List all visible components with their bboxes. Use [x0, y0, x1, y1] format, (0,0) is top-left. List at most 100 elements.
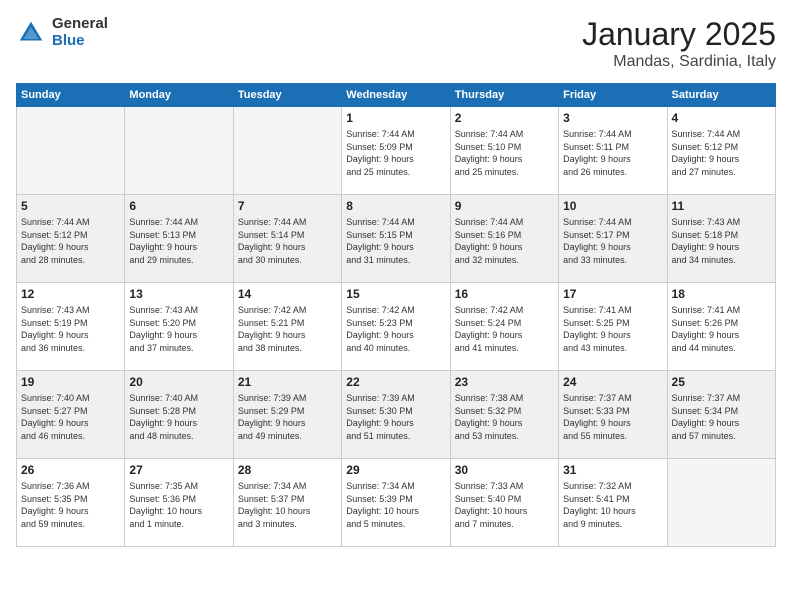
day-number: 3 — [563, 111, 662, 125]
calendar-table: SundayMondayTuesdayWednesdayThursdayFrid… — [16, 83, 776, 547]
day-number: 8 — [346, 199, 445, 213]
calendar-cell: 31 Sunrise: 7:32 AM Sunset: 5:41 PM Dayli… — [559, 459, 667, 547]
calendar-cell-empty — [233, 107, 341, 195]
day-number: 22 — [346, 375, 445, 389]
day-info: Sunrise: 7:33 AM Sunset: 5:40 PM Dayligh… — [455, 480, 554, 530]
day-info: Sunrise: 7:39 AM Sunset: 5:29 PM Dayligh… — [238, 392, 337, 442]
weekday-header-sunday: Sunday — [17, 84, 125, 107]
day-number: 26 — [21, 463, 120, 477]
day-info: Sunrise: 7:44 AM Sunset: 5:16 PM Dayligh… — [455, 216, 554, 266]
day-number: 30 — [455, 463, 554, 477]
calendar-cell: 9Sunrise: 7:44 AM Sunset: 5:16 PM Daylig… — [450, 195, 558, 283]
day-number: 17 — [563, 287, 662, 301]
day-info: Sunrise: 7:37 AM Sunset: 5:34 PM Dayligh… — [672, 392, 771, 442]
calendar-week-row: 5 Sunrise: 7:44 AM Sunset: 5:12 PM Daylig… — [17, 195, 776, 283]
calendar-cell: 28 Sunrise: 7:34 AM Sunset: 5:37 PM Dayli… — [233, 459, 341, 547]
weekday-header-row: SundayMondayTuesdayWednesdayThursdayFrid… — [17, 84, 776, 107]
calendar-cell: 12 Sunrise: 7:43 AM Sunset: 5:19 PM Dayli… — [17, 283, 125, 371]
calendar-cell: 7 Sunrise: 7:44 AM Sunset: 5:14 PM Daylig… — [233, 195, 341, 283]
calendar-cell: 10Sunrise: 7:44 AM Sunset: 5:17 PM Dayli… — [559, 195, 667, 283]
calendar-cell: 21Sunrise: 7:39 AM Sunset: 5:29 PM Dayli… — [233, 371, 341, 459]
day-info: Sunrise: 7:43 AM Sunset: 5:19 PM Dayligh… — [21, 304, 120, 354]
day-number: 16 — [455, 287, 554, 301]
weekday-header-friday: Friday — [559, 84, 667, 107]
day-number: 14 — [238, 287, 337, 301]
calendar-cell: 24 Sunrise: 7:37 AM Sunset: 5:33 PM Dayli… — [559, 371, 667, 459]
calendar-cell: 4 Sunrise: 7:44 AM Sunset: 5:12 PM Daylig… — [667, 107, 775, 195]
day-number: 12 — [21, 287, 120, 301]
day-number: 5 — [21, 199, 120, 213]
day-info: Sunrise: 7:40 AM Sunset: 5:27 PM Dayligh… — [21, 392, 120, 442]
day-info: Sunrise: 7:43 AM Sunset: 5:20 PM Dayligh… — [129, 304, 228, 354]
calendar-cell: 23 Sunrise: 7:38 AM Sunset: 5:32 PM Dayli… — [450, 371, 558, 459]
day-info: Sunrise: 7:36 AM Sunset: 5:35 PM Dayligh… — [21, 480, 120, 530]
calendar-cell: 18 Sunrise: 7:41 AM Sunset: 5:26 PM Dayli… — [667, 283, 775, 371]
calendar-cell: 19 Sunrise: 7:40 AM Sunset: 5:27 PM Dayli… — [17, 371, 125, 459]
calendar-cell: 5 Sunrise: 7:44 AM Sunset: 5:12 PM Daylig… — [17, 195, 125, 283]
day-number: 23 — [455, 375, 554, 389]
day-number: 2 — [455, 111, 554, 125]
calendar-cell: 30 Sunrise: 7:33 AM Sunset: 5:40 PM Dayli… — [450, 459, 558, 547]
day-info: Sunrise: 7:35 AM Sunset: 5:36 PM Dayligh… — [129, 480, 228, 530]
calendar-cell: 27Sunrise: 7:35 AM Sunset: 5:36 PM Dayli… — [125, 459, 233, 547]
logo-general-text: General — [52, 16, 108, 33]
calendar-cell: 16 Sunrise: 7:42 AM Sunset: 5:24 PM Dayli… — [450, 283, 558, 371]
day-info: Sunrise: 7:44 AM Sunset: 5:12 PM Dayligh… — [21, 216, 120, 266]
calendar-cell: 3 Sunrise: 7:44 AM Sunset: 5:11 PM Daylig… — [559, 107, 667, 195]
calendar-cell: 11Sunrise: 7:43 AM Sunset: 5:18 PM Dayli… — [667, 195, 775, 283]
logo-blue-text: Blue — [52, 33, 108, 50]
day-number: 7 — [238, 199, 337, 213]
weekday-header-saturday: Saturday — [667, 84, 775, 107]
day-number: 24 — [563, 375, 662, 389]
day-number: 6 — [129, 199, 228, 213]
day-number: 1 — [346, 111, 445, 125]
day-info: Sunrise: 7:41 AM Sunset: 5:26 PM Dayligh… — [672, 304, 771, 354]
calendar-cell: 2Sunrise: 7:44 AM Sunset: 5:10 PM Daylig… — [450, 107, 558, 195]
day-info: Sunrise: 7:44 AM Sunset: 5:15 PM Dayligh… — [346, 216, 445, 266]
calendar-cell: 1 Sunrise: 7:44 AM Sunset: 5:09 PM Daylig… — [342, 107, 450, 195]
calendar-cell: 17Sunrise: 7:41 AM Sunset: 5:25 PM Dayli… — [559, 283, 667, 371]
weekday-header-monday: Monday — [125, 84, 233, 107]
day-number: 19 — [21, 375, 120, 389]
day-info: Sunrise: 7:42 AM Sunset: 5:21 PM Dayligh… — [238, 304, 337, 354]
day-info: Sunrise: 7:42 AM Sunset: 5:23 PM Dayligh… — [346, 304, 445, 354]
day-info: Sunrise: 7:44 AM Sunset: 5:14 PM Dayligh… — [238, 216, 337, 266]
day-info: Sunrise: 7:44 AM Sunset: 5:12 PM Dayligh… — [672, 128, 771, 178]
calendar-cell: 29Sunrise: 7:34 AM Sunset: 5:39 PM Dayli… — [342, 459, 450, 547]
day-number: 28 — [238, 463, 337, 477]
calendar-week-row: 12 Sunrise: 7:43 AM Sunset: 5:19 PM Dayli… — [17, 283, 776, 371]
day-info: Sunrise: 7:44 AM Sunset: 5:09 PM Dayligh… — [346, 128, 445, 178]
day-info: Sunrise: 7:37 AM Sunset: 5:33 PM Dayligh… — [563, 392, 662, 442]
logo: General Blue — [16, 16, 108, 49]
calendar-week-row: 1 Sunrise: 7:44 AM Sunset: 5:09 PM Daylig… — [17, 107, 776, 195]
calendar-cell: 20 Sunrise: 7:40 AM Sunset: 5:28 PM Dayli… — [125, 371, 233, 459]
logo-text: General Blue — [52, 16, 108, 49]
day-number: 18 — [672, 287, 771, 301]
day-info: Sunrise: 7:44 AM Sunset: 5:17 PM Dayligh… — [563, 216, 662, 266]
day-info: Sunrise: 7:44 AM Sunset: 5:11 PM Dayligh… — [563, 128, 662, 178]
day-info: Sunrise: 7:44 AM Sunset: 5:13 PM Dayligh… — [129, 216, 228, 266]
day-info: Sunrise: 7:43 AM Sunset: 5:18 PM Dayligh… — [672, 216, 771, 266]
calendar-cell: 8 Sunrise: 7:44 AM Sunset: 5:15 PM Daylig… — [342, 195, 450, 283]
day-info: Sunrise: 7:34 AM Sunset: 5:37 PM Dayligh… — [238, 480, 337, 530]
calendar-cell: 13Sunrise: 7:43 AM Sunset: 5:20 PM Dayli… — [125, 283, 233, 371]
calendar-cell: 14 Sunrise: 7:42 AM Sunset: 5:21 PM Dayli… — [233, 283, 341, 371]
calendar-cell: 6 Sunrise: 7:44 AM Sunset: 5:13 PM Daylig… — [125, 195, 233, 283]
weekday-header-wednesday: Wednesday — [342, 84, 450, 107]
day-info: Sunrise: 7:38 AM Sunset: 5:32 PM Dayligh… — [455, 392, 554, 442]
calendar-week-row: 19 Sunrise: 7:40 AM Sunset: 5:27 PM Dayli… — [17, 371, 776, 459]
day-info: Sunrise: 7:32 AM Sunset: 5:41 PM Dayligh… — [563, 480, 662, 530]
calendar-cell-empty — [17, 107, 125, 195]
location-title: Mandas, Sardinia, Italy — [582, 53, 776, 71]
calendar-cell-empty — [125, 107, 233, 195]
day-number: 25 — [672, 375, 771, 389]
day-number: 4 — [672, 111, 771, 125]
day-info: Sunrise: 7:40 AM Sunset: 5:28 PM Dayligh… — [129, 392, 228, 442]
calendar-cell-empty — [667, 459, 775, 547]
weekday-header-tuesday: Tuesday — [233, 84, 341, 107]
calendar-cell: 22Sunrise: 7:39 AM Sunset: 5:30 PM Dayli… — [342, 371, 450, 459]
day-number: 20 — [129, 375, 228, 389]
month-title: January 2025 — [582, 16, 776, 53]
day-info: Sunrise: 7:42 AM Sunset: 5:24 PM Dayligh… — [455, 304, 554, 354]
day-number: 31 — [563, 463, 662, 477]
